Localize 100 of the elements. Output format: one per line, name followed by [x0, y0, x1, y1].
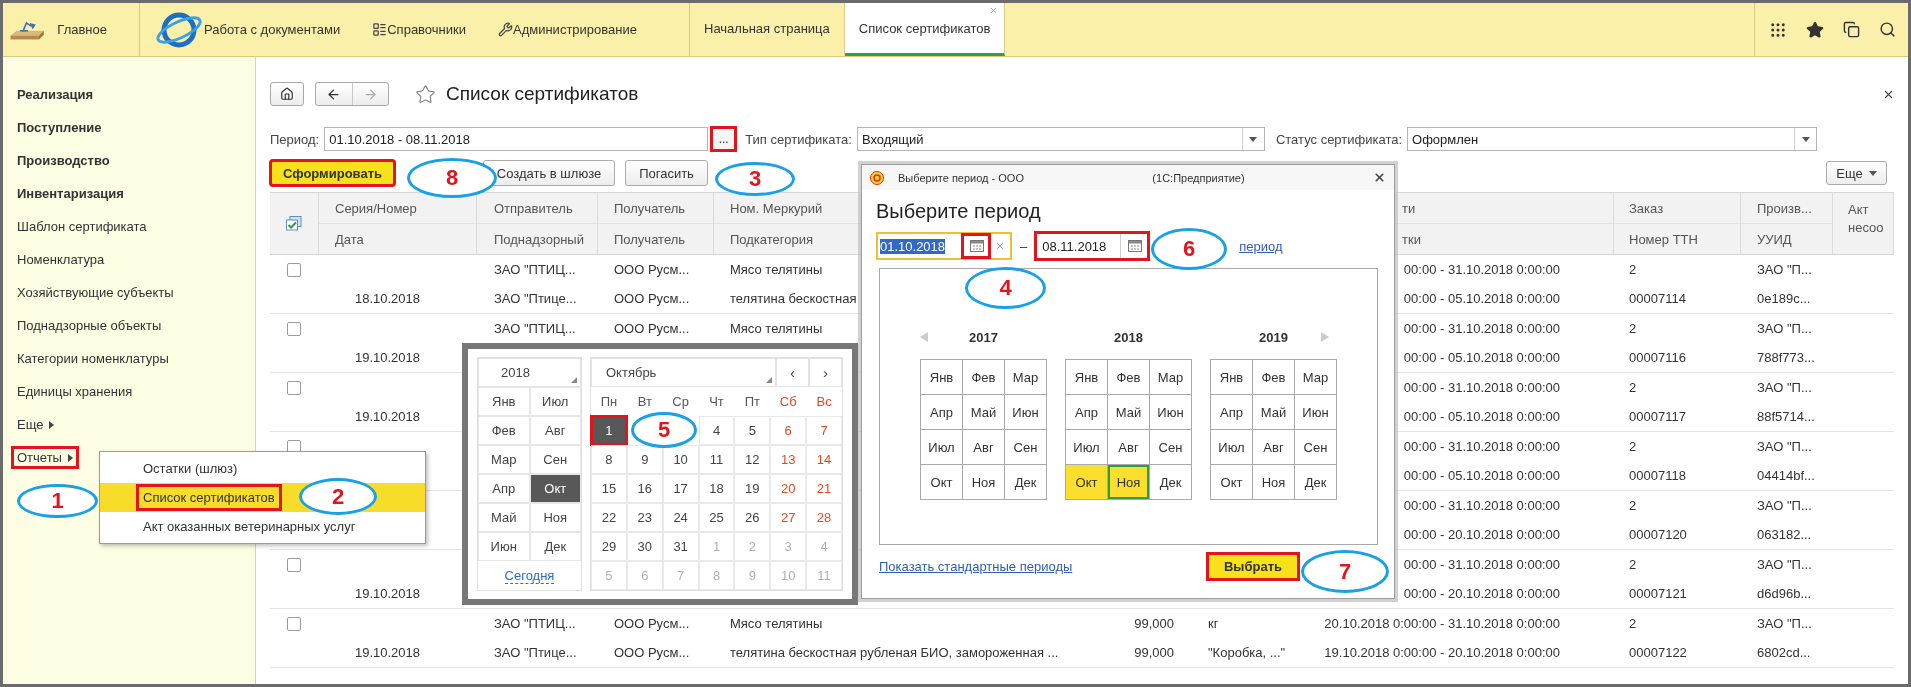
row-checkbox[interactable] — [287, 321, 301, 336]
period-link[interactable]: период — [1239, 238, 1283, 254]
month-option[interactable]: Дек — [1295, 465, 1337, 500]
month-option[interactable]: Апр — [478, 474, 530, 503]
calendar-day[interactable]: 9 — [626, 445, 663, 474]
next-month-button[interactable]: › — [809, 358, 842, 387]
month-option[interactable]: Сен — [529, 445, 581, 474]
month-option[interactable]: Янв — [478, 387, 530, 416]
sidebar-item[interactable]: Производство — [12, 150, 115, 171]
month-option[interactable]: Ноя — [1253, 465, 1295, 500]
column-header[interactable]: Ном. Меркурий — [730, 200, 823, 216]
row-checkbox[interactable] — [287, 616, 301, 631]
year-select[interactable]: 2018 — [478, 358, 581, 387]
column-header[interactable]: Подкатегория — [730, 231, 814, 247]
calendar-day[interactable]: 10 — [662, 445, 699, 474]
month-option[interactable]: Окт — [1211, 465, 1253, 500]
pages-icon[interactable] — [1843, 21, 1860, 38]
row-checkbox[interactable] — [287, 262, 301, 277]
calendar-day[interactable]: 15 — [591, 474, 627, 503]
sidebar-item[interactable]: Реализация — [12, 84, 99, 105]
calendar-day[interactable]: 7 — [806, 416, 842, 445]
month-option[interactable]: Окт — [529, 474, 581, 503]
toolbar-button[interactable]: Создать в шлюзе — [483, 160, 615, 186]
calendar-day[interactable]: 30 — [626, 532, 663, 561]
calendar-day[interactable]: 23 — [626, 503, 663, 532]
column-header[interactable]: Произв... — [1757, 200, 1812, 216]
calendar-day[interactable]: 4 — [698, 416, 735, 445]
month-option[interactable]: Янв — [1211, 360, 1253, 395]
month-option[interactable]: Апр — [921, 395, 963, 430]
month-option[interactable]: Авг — [1253, 430, 1295, 465]
row-checkbox[interactable] — [287, 380, 301, 395]
month-option[interactable]: Фев — [1253, 360, 1295, 395]
sidebar-item[interactable]: Поднадзорные объекты — [12, 315, 167, 336]
calendar-day[interactable]: 28 — [806, 503, 842, 532]
month-option[interactable]: Мар — [478, 445, 530, 474]
sidebar-item[interactable]: Шаблон сертификата — [12, 216, 152, 237]
column-header[interactable]: Получатель — [614, 200, 686, 216]
calendar-day[interactable]: 21 — [806, 474, 842, 503]
month-option[interactable]: Фев — [1108, 360, 1150, 395]
month-option[interactable]: Дек — [529, 532, 581, 561]
start-date-field[interactable]: 01.10.2018 — [876, 232, 1012, 260]
previous-month-button[interactable]: ‹ — [776, 358, 809, 387]
clear-icon[interactable] — [995, 241, 1005, 251]
month-option[interactable]: Апр — [1211, 395, 1253, 430]
column-header[interactable]: Номер ТТН — [1629, 231, 1698, 247]
month-option[interactable]: Ноя — [529, 503, 581, 532]
sidebar-item[interactable]: Инвентаризация — [12, 183, 129, 204]
month-option[interactable]: Мар — [1295, 360, 1337, 395]
month-option[interactable]: Авг — [1108, 430, 1150, 465]
calendar-day[interactable]: 22 — [591, 503, 627, 532]
column-header[interactable]: Получатель — [614, 231, 686, 247]
month-option[interactable]: Май — [478, 503, 530, 532]
month-option[interactable]: Фев — [963, 360, 1005, 395]
calendar-day[interactable]: 26 — [734, 503, 771, 532]
calendar-day[interactable]: 8 — [591, 445, 627, 474]
calendar-day[interactable]: 13 — [770, 445, 807, 474]
calendar-day[interactable]: 31 — [662, 532, 699, 561]
toolbar-button[interactable]: Сформировать — [270, 160, 395, 186]
home-button[interactable] — [270, 82, 304, 106]
close-icon[interactable] — [1373, 171, 1386, 184]
month-option[interactable]: Авг — [529, 416, 581, 445]
calendar-day[interactable]: 29 — [591, 532, 627, 561]
month-option[interactable]: Дек — [1150, 465, 1192, 500]
menu-item[interactable]: Акт оказанных ветеринарных услуг — [137, 514, 362, 539]
sidebar-item[interactable]: Отчеты — [12, 447, 78, 468]
month-option[interactable]: Июн — [1150, 395, 1192, 430]
month-option[interactable]: Окт — [921, 465, 963, 500]
tab[interactable]: Список сертификатов — [844, 3, 1006, 56]
calendar-day[interactable]: 5 — [734, 416, 771, 445]
end-date-field[interactable]: 08.11.2018 — [1035, 232, 1150, 260]
column-header[interactable]: Поднадзорный — [494, 231, 584, 247]
more-button[interactable]: Еще — [1826, 161, 1887, 185]
month-option[interactable]: Ноя — [963, 465, 1005, 500]
column-header[interactable]: УУИД — [1757, 231, 1792, 247]
month-option[interactable]: Май — [1108, 395, 1150, 430]
month-option[interactable]: Июл — [529, 387, 581, 416]
calendar-day[interactable]: 14 — [806, 445, 842, 474]
calendar-day[interactable]: 12 — [734, 445, 771, 474]
today-link[interactable]: Сегодня — [504, 567, 555, 584]
calendar-button[interactable] — [962, 234, 990, 258]
standard-periods-link[interactable]: Показать стандартные периоды — [879, 559, 1073, 574]
month-option[interactable]: Июл — [1211, 430, 1253, 465]
month-option[interactable]: Июл — [1066, 430, 1108, 465]
column-header[interactable]: ти — [1402, 200, 1416, 216]
column-header[interactable]: тки — [1402, 231, 1421, 247]
nav-section[interactable]: Справочники — [387, 22, 466, 37]
sidebar-item[interactable]: Единицы хранения — [12, 381, 138, 402]
nav-section[interactable]: Главное — [57, 22, 107, 37]
toolbar-button[interactable]: Погасить — [625, 160, 708, 186]
column-header[interactable]: Отправитель — [494, 200, 573, 216]
period-field[interactable]: 01.10.2018 - 08.11.2018 — [324, 127, 709, 151]
month-option[interactable]: Сен — [1295, 430, 1337, 465]
column-header[interactable]: Дата — [335, 231, 364, 247]
certificate-status-select[interactable]: Оформлен — [1407, 127, 1818, 151]
month-option[interactable]: Фев — [478, 416, 530, 445]
menu-item[interactable]: Список сертификатов — [137, 485, 281, 510]
month-option[interactable]: Июн — [478, 532, 530, 561]
month-option[interactable]: Сен — [1150, 430, 1192, 465]
column-header[interactable]: Заказ — [1629, 200, 1664, 216]
select-button[interactable]: Выбрать — [1207, 553, 1299, 580]
